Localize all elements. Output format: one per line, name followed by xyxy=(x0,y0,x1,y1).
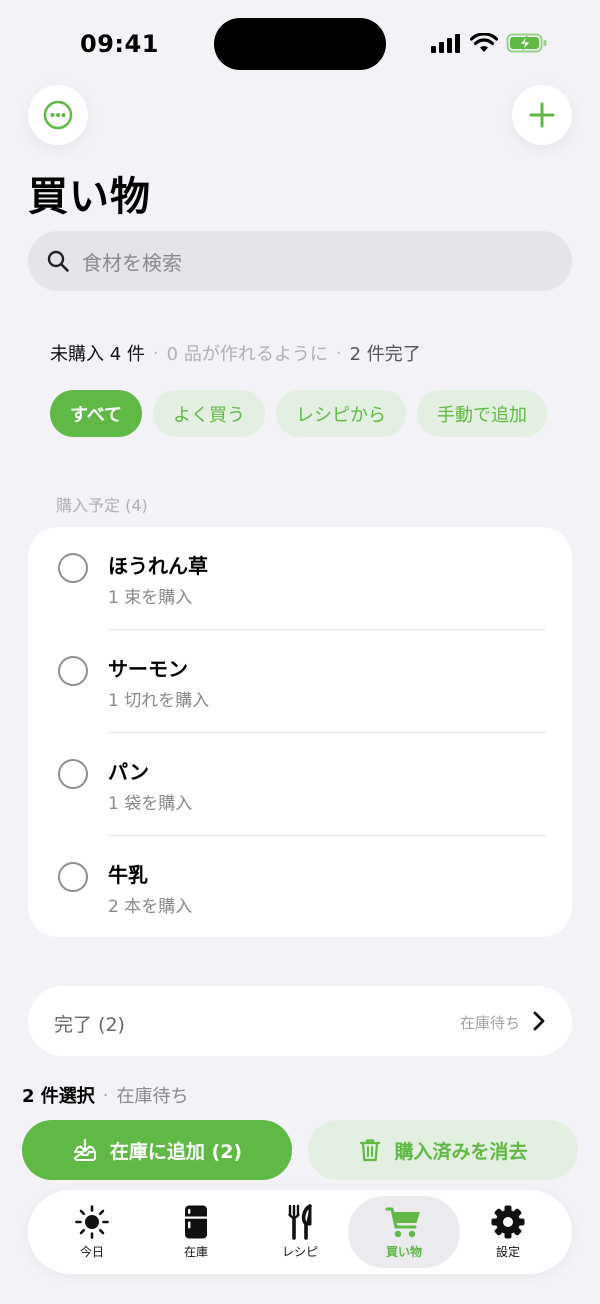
completed-status: 在庫待ち xyxy=(459,1014,520,1032)
fork-knife-icon xyxy=(288,1204,312,1240)
tab-label: 在庫 xyxy=(183,1245,208,1259)
filter-chips: すべて よく買う レシピから 手動で追加 xyxy=(50,390,548,437)
list-item[interactable]: サーモン 1 切れを購入 xyxy=(28,630,572,733)
checkbox[interactable] xyxy=(58,862,88,892)
tab-inventory[interactable]: 在庫 xyxy=(140,1196,252,1268)
ellipsis-circle-icon xyxy=(43,100,73,130)
trash-icon xyxy=(360,1139,381,1162)
chevron-right-icon xyxy=(533,1011,545,1031)
filter-chip-from-recipe[interactable]: レシピから xyxy=(276,390,407,437)
clear-purchased-label: 購入済みを消去 xyxy=(394,1140,528,1163)
tray-download-icon xyxy=(73,1138,96,1161)
list-item[interactable]: 牛乳 2 本を購入 xyxy=(28,836,572,939)
search-placeholder: 食材を検索 xyxy=(82,250,182,275)
status-time: 09:41 xyxy=(80,30,159,58)
clear-purchased-button[interactable]: 購入済みを消去 xyxy=(308,1120,578,1180)
add-to-inventory-button[interactable]: 在庫に追加 (2) xyxy=(22,1120,292,1180)
add-button[interactable] xyxy=(512,85,572,145)
item-name: パン xyxy=(108,760,149,784)
plus-icon xyxy=(529,102,555,128)
selection-info: 2 件選択 · 在庫待ち xyxy=(22,1082,189,1108)
checkbox[interactable] xyxy=(58,759,88,789)
sun-icon xyxy=(75,1205,109,1239)
tab-label: 今日 xyxy=(79,1245,104,1259)
summary-separator: · xyxy=(335,342,342,364)
tab-today[interactable]: 今日 xyxy=(36,1196,148,1268)
item-name: サーモン xyxy=(108,657,188,681)
wifi-icon xyxy=(470,33,498,52)
completed-section-row[interactable]: 完了 (2) 在庫待ち xyxy=(28,986,572,1056)
gear-icon xyxy=(491,1205,525,1239)
filter-chip-manual[interactable]: 手動で追加 xyxy=(417,390,548,437)
search-input[interactable]: 食材を検索 xyxy=(28,231,572,291)
checkbox[interactable] xyxy=(58,656,88,686)
section-label: 購入予定 (4) xyxy=(56,496,148,515)
battery-charging-icon xyxy=(506,33,547,53)
list-item[interactable]: ほうれん草 1 束を購入 xyxy=(28,527,572,630)
tab-label: レシピ xyxy=(281,1245,318,1259)
status-bar: 09:41 xyxy=(0,0,600,90)
completed-count: 2 件完了 xyxy=(349,344,421,365)
selection-count: 2 件選択 xyxy=(22,1086,95,1107)
tab-label: 買い物 xyxy=(385,1245,422,1259)
status-icons xyxy=(430,32,548,54)
item-name: ほうれん草 xyxy=(108,554,208,578)
item-quantity: 1 切れを購入 xyxy=(108,691,210,711)
add-to-inventory-label: 在庫に追加 (2) xyxy=(109,1140,243,1163)
completed-label: 完了 (2) xyxy=(54,1014,125,1036)
tab-recipes[interactable]: レシピ xyxy=(244,1196,356,1268)
item-name: 牛乳 xyxy=(108,863,148,887)
filter-chip-frequent[interactable]: よく買う xyxy=(153,390,266,437)
fridge-icon xyxy=(185,1205,207,1239)
item-quantity: 2 本を購入 xyxy=(108,897,193,917)
more-button[interactable] xyxy=(28,85,88,145)
dynamic-island xyxy=(214,18,386,70)
tab-shopping[interactable]: 買い物 xyxy=(348,1196,460,1268)
item-quantity: 1 袋を購入 xyxy=(108,794,193,814)
item-quantity: 1 束を購入 xyxy=(108,588,193,608)
selection-state: 在庫待ち xyxy=(116,1086,189,1107)
page-title: 買い物 xyxy=(28,174,151,220)
signal-icon xyxy=(431,34,460,53)
list-item[interactable]: パン 1 袋を購入 xyxy=(28,733,572,836)
shopping-summary: 未購入 4 件 · 0 品が作れるように · 2 件完了 xyxy=(50,340,421,366)
selection-separator: · xyxy=(102,1084,109,1106)
summary-separator: · xyxy=(152,342,159,364)
tab-settings[interactable]: 設定 xyxy=(452,1196,564,1268)
tab-label: 設定 xyxy=(495,1245,520,1259)
tab-bar: 今日 在庫 レシピ 買い物 設定 xyxy=(28,1190,572,1274)
filter-chip-all[interactable]: すべて xyxy=(50,390,143,437)
checkbox[interactable] xyxy=(58,553,88,583)
shopping-list: ほうれん草 1 束を購入 サーモン 1 切れを購入 パン 1 袋を購入 牛乳 2… xyxy=(28,527,572,937)
unpurchased-count: 未購入 4 件 xyxy=(50,344,145,365)
makeable-count: 0 品が作れるように xyxy=(166,344,328,365)
search-icon xyxy=(47,250,69,272)
cart-icon xyxy=(385,1207,420,1238)
